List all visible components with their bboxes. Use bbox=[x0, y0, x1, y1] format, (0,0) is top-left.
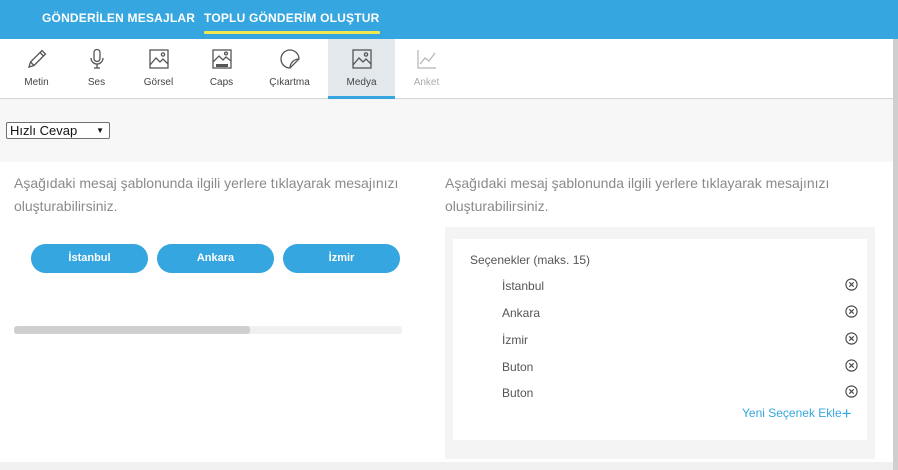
tool-cikartma[interactable]: Çıkartma bbox=[256, 39, 323, 98]
tool-anket[interactable]: Anket bbox=[393, 39, 460, 98]
option-label[interactable]: Ankara bbox=[502, 306, 540, 320]
horizontal-scrollbar-thumb[interactable] bbox=[14, 326, 250, 334]
template-button-istanbul[interactable]: İstanbul bbox=[31, 244, 148, 273]
option-label[interactable]: İzmir bbox=[502, 333, 528, 347]
right-description: Aşağıdaki mesaj şablonunda ilgili yerler… bbox=[445, 175, 830, 214]
remove-circle-icon[interactable] bbox=[845, 278, 858, 291]
remove-circle-icon[interactable] bbox=[845, 332, 858, 345]
pencil-icon bbox=[25, 47, 49, 71]
tool-gorsel-label: Görsel bbox=[143, 77, 174, 88]
footer-strip bbox=[0, 462, 893, 470]
dropdown-arrow-icon: ▼ bbox=[96, 126, 104, 135]
image-icon bbox=[147, 47, 171, 71]
vertical-scrollbar[interactable] bbox=[893, 39, 898, 470]
remove-circle-icon[interactable] bbox=[845, 359, 858, 372]
horizontal-scrollbar[interactable] bbox=[14, 326, 402, 334]
caps-image-icon bbox=[210, 47, 234, 71]
left-description: Aşağıdaki mesaj şablonunda ilgili yerler… bbox=[14, 175, 399, 214]
remove-circle-icon[interactable] bbox=[845, 305, 858, 318]
tool-caps[interactable]: Caps bbox=[188, 39, 255, 98]
tool-caps-label: Caps bbox=[209, 77, 234, 88]
media-icon bbox=[350, 47, 374, 71]
quick-reply-select[interactable]: Hızlı Cevap ▼ bbox=[6, 122, 110, 139]
option-label[interactable]: Buton bbox=[502, 360, 533, 374]
message-type-toolbar: Metin Ses Görsel Caps Çıkartma Medya Ank… bbox=[0, 39, 893, 99]
options-card: Seçenekler (maks. 15) İstanbul Ankara İz… bbox=[453, 239, 867, 440]
microphone-icon bbox=[85, 47, 109, 71]
editor-area: Aşağıdaki mesaj şablonunda ilgili yerler… bbox=[0, 162, 893, 470]
option-row: Buton bbox=[502, 383, 862, 403]
quick-reply-band: Hızlı Cevap ▼ bbox=[0, 100, 893, 162]
sticker-icon bbox=[278, 47, 302, 71]
tab-create-bulk-send-label: TOPLU GÖNDERİM OLUŞTUR bbox=[204, 11, 380, 25]
plus-icon: + bbox=[841, 404, 852, 423]
options-panel: Seçenekler (maks. 15) İstanbul Ankara İz… bbox=[445, 227, 875, 459]
template-button-ankara[interactable]: Ankara bbox=[157, 244, 274, 273]
top-navigation: GÖNDERİLEN MESAJLAR TOPLU GÖNDERİM OLUŞT… bbox=[0, 0, 898, 39]
tab-create-bulk-send[interactable]: TOPLU GÖNDERİM OLUŞTUR bbox=[204, 11, 380, 34]
tool-cikartma-label: Çıkartma bbox=[269, 77, 310, 88]
tool-gorsel[interactable]: Görsel bbox=[125, 39, 192, 98]
option-row: Buton bbox=[502, 357, 862, 377]
option-label[interactable]: İstanbul bbox=[502, 279, 544, 293]
option-row: İzmir bbox=[502, 330, 862, 350]
tool-medya[interactable]: Medya bbox=[328, 39, 395, 99]
chart-line-icon bbox=[415, 47, 439, 71]
add-option-label: Yeni Seçenek Ekle bbox=[742, 406, 842, 420]
add-option-button[interactable]: Yeni Seçenek Ekle+ bbox=[742, 404, 852, 423]
option-row: İstanbul bbox=[502, 276, 862, 296]
template-button-izmir[interactable]: İzmir bbox=[283, 244, 400, 273]
tool-metin-label: Metin bbox=[24, 77, 49, 88]
tool-metin[interactable]: Metin bbox=[3, 39, 70, 98]
tab-sent-messages-label: GÖNDERİLEN MESAJLAR bbox=[42, 11, 196, 25]
tab-sent-messages[interactable]: GÖNDERİLEN MESAJLAR bbox=[42, 11, 195, 25]
option-row: Ankara bbox=[502, 303, 862, 323]
quick-reply-select-value: Hızlı Cevap bbox=[10, 123, 78, 138]
tool-ses[interactable]: Ses bbox=[63, 39, 130, 98]
tool-medya-label: Medya bbox=[346, 77, 377, 88]
tool-ses-label: Ses bbox=[87, 77, 106, 88]
remove-circle-icon[interactable] bbox=[845, 385, 858, 398]
options-header: Seçenekler (maks. 15) bbox=[470, 253, 591, 267]
active-tool-indicator bbox=[328, 96, 395, 99]
option-label[interactable]: Buton bbox=[502, 386, 533, 400]
active-tab-underline bbox=[204, 31, 380, 34]
tool-anket-label: Anket bbox=[413, 77, 440, 88]
